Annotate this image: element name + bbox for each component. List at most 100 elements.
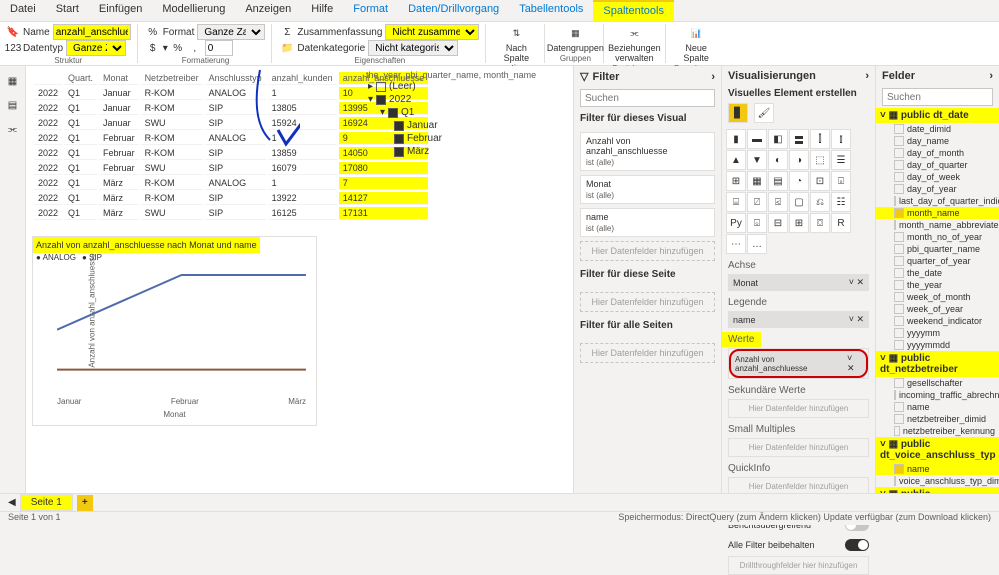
tab-tabletools[interactable]: Tabellentools (509, 0, 593, 21)
report-view-button[interactable]: ▦ (4, 72, 22, 90)
viz-type-16[interactable]: ⊡ (810, 171, 830, 191)
field-name[interactable]: name (876, 463, 999, 475)
tab-view[interactable]: Anzeigen (235, 0, 301, 21)
datagroups-button[interactable]: ▦Datengruppen (553, 24, 597, 54)
table-row[interactable]: 2022Q1MärzSWUSIP1612517131 (34, 207, 428, 220)
viz-type-19[interactable]: ⍁ (747, 192, 767, 212)
field-day_of_year[interactable]: day_of_year (876, 183, 999, 195)
slicer-visual[interactable]: the_year, pbi_quarter_name, month_name ▸… (366, 70, 536, 158)
tab-model[interactable]: Modellierung (152, 0, 235, 21)
field-day_of_quarter[interactable]: day_of_quarter (876, 159, 999, 171)
viz-type-4[interactable]: ⫿ (810, 129, 830, 149)
field-table[interactable]: ˅ ▦ public dt_voice_anschluss_typ (876, 437, 999, 463)
viz-type-18[interactable]: ⌸ (726, 192, 746, 212)
field-month_name[interactable]: month_name (876, 207, 999, 219)
viz-type-30[interactable]: ⋯ (726, 234, 746, 254)
field-month_no_of_year[interactable]: month_no_of_year (876, 231, 999, 243)
name-input[interactable] (53, 24, 131, 40)
collapse-icon[interactable]: › (989, 70, 993, 82)
drill-keepall-toggle[interactable] (845, 539, 869, 551)
well-sec[interactable]: Hier Datenfelder hinzufügen (728, 399, 869, 418)
viz-type-17[interactable]: ⌻ (831, 171, 851, 191)
slicer-quarter[interactable]: ▾ Q1 (366, 106, 536, 119)
field-week_of_month[interactable]: week_of_month (876, 291, 999, 303)
decimals-input[interactable] (205, 40, 233, 56)
field-date_dimid[interactable]: date_dimid (876, 123, 999, 135)
field-netzbetreiber_dimid[interactable]: netzbetreiber_dimid (876, 413, 999, 425)
col-Quart.[interactable]: Quart. (64, 72, 97, 85)
tab-file[interactable]: Datei (0, 0, 46, 21)
table-row[interactable]: 2022Q1MärzR-KOMSIP1392214127 (34, 192, 428, 205)
comma-icon[interactable]: , (188, 41, 202, 55)
collapse-icon[interactable]: › (865, 70, 869, 82)
viz-type-13[interactable]: ▦ (747, 171, 767, 191)
field-month_name_abbreviated[interactable]: month_name_abbreviated (876, 219, 999, 231)
viz-type-1[interactable]: ▬ (747, 129, 767, 149)
cat-select[interactable]: Nicht kategorisiert (368, 40, 458, 56)
viz-type-15[interactable]: ◔ (789, 171, 809, 191)
field-name[interactable]: name (876, 401, 999, 413)
line-chart-visual[interactable]: Anzahl von anzahl_anschluesse nach Monat… (32, 236, 317, 426)
field-the_date[interactable]: the_date (876, 267, 999, 279)
well-values[interactable]: Anzahl von anzahl_anschluesse˅ ✕ (728, 348, 869, 379)
currency-icon[interactable]: $ (146, 41, 160, 55)
well-drillthrough[interactable]: Drillthroughfelder hier hinzufügen (728, 556, 869, 575)
tab-help[interactable]: Hilfe (301, 0, 343, 21)
viz-type-23[interactable]: ☷ (831, 192, 851, 212)
field-netzbetreiber_kennung[interactable]: netzbetreiber_kennung (876, 425, 999, 437)
viz-type-0[interactable]: ▮ (726, 129, 746, 149)
field-quarter_of_year[interactable]: quarter_of_year (876, 255, 999, 267)
viz-type-28[interactable]: ⌼ (810, 213, 830, 233)
viz-type-14[interactable]: ▤ (768, 171, 788, 191)
field-last_day_of_quarter_indicator[interactable]: last_day_of_quarter_indicator (876, 195, 999, 207)
field-incoming_traffic_abrechnen[interactable]: incoming_traffic_abrechnen (876, 389, 999, 401)
filter-drop-page[interactable]: Hier Datenfelder hinzufügen (580, 292, 715, 312)
tab-drill[interactable]: Daten/Drillvorgang (398, 0, 509, 21)
viz-type-10[interactable]: ⬚ (810, 150, 830, 170)
build-tab-icon[interactable]: ▊ (728, 103, 748, 123)
prev-page-icon[interactable]: ◀ (8, 497, 16, 508)
viz-type-29[interactable]: R (831, 213, 851, 233)
viz-type-6[interactable]: ▲ (726, 150, 746, 170)
well-sm[interactable]: Hier Datenfelder hinzufügen (728, 438, 869, 457)
relations-button[interactable]: ⫘Beziehungen verwalten (612, 24, 656, 64)
viz-type-2[interactable]: ◧ (768, 129, 788, 149)
tab-home[interactable]: Start (46, 0, 89, 21)
viz-type-27[interactable]: ⊞ (789, 213, 809, 233)
field-yyyymmdd[interactable]: yyyymmdd (876, 339, 999, 351)
data-view-button[interactable]: ▤ (4, 96, 22, 114)
field-weekend_indicator[interactable]: weekend_indicator (876, 315, 999, 327)
filter-drop-visual[interactable]: Hier Datenfelder hinzufügen (580, 241, 715, 261)
well-axis[interactable]: Monat˅ ✕ (728, 274, 869, 291)
tab-coltools[interactable]: Spaltentools (593, 0, 674, 21)
col-Netzbetreiber[interactable]: Netzbetreiber (141, 72, 203, 85)
col-Anschlusstyp[interactable]: Anschlusstyp (205, 72, 266, 85)
field-gesellschafter[interactable]: gesellschafter (876, 377, 999, 389)
viz-type-22[interactable]: ⎌ (810, 192, 830, 212)
slicer-year[interactable]: ▾ 2022 (366, 93, 536, 106)
field-table[interactable]: ˅ ▦ public dt_netzbetreiber (876, 351, 999, 377)
storage-mode[interactable]: Speichermodus: DirectQuery (zum Ändern k… (618, 512, 991, 525)
filter-drop-all[interactable]: Hier Datenfelder hinzufügen (580, 343, 715, 363)
viz-type-26[interactable]: ⊟ (768, 213, 788, 233)
viz-type-25[interactable]: ⌺ (747, 213, 767, 233)
viz-type-12[interactable]: ⊞ (726, 171, 746, 191)
field-pbi_quarter_name[interactable]: pbi_quarter_name (876, 243, 999, 255)
viz-type-8[interactable]: ◐ (768, 150, 788, 170)
field-table[interactable]: ˅ ▦ public dt_date (876, 108, 999, 123)
field-voice_anschluss_typ_dimid[interactable]: voice_anschluss_typ_dimid (876, 475, 999, 487)
viz-type-5[interactable]: ⫾ (831, 129, 851, 149)
pct-icon[interactable]: % (171, 41, 185, 55)
viz-type-20[interactable]: ⍃ (768, 192, 788, 212)
filter-search[interactable] (580, 89, 715, 107)
add-page-button[interactable]: + (77, 495, 93, 511)
filter-card-1[interactable]: Anzahl von anzahl_anschluesseist (alle) (580, 132, 715, 171)
model-view-button[interactable]: ⫘ (4, 120, 22, 138)
viz-type-21[interactable]: ▢ (789, 192, 809, 212)
field-the_year[interactable]: the_year (876, 279, 999, 291)
viz-type-31[interactable]: … (747, 234, 767, 254)
format-select[interactable]: Ganze Zahl (197, 24, 265, 40)
viz-type-3[interactable]: 〓 (789, 129, 809, 149)
slicer-m1[interactable]: Januar (366, 119, 536, 132)
field-week_of_year[interactable]: week_of_year (876, 303, 999, 315)
